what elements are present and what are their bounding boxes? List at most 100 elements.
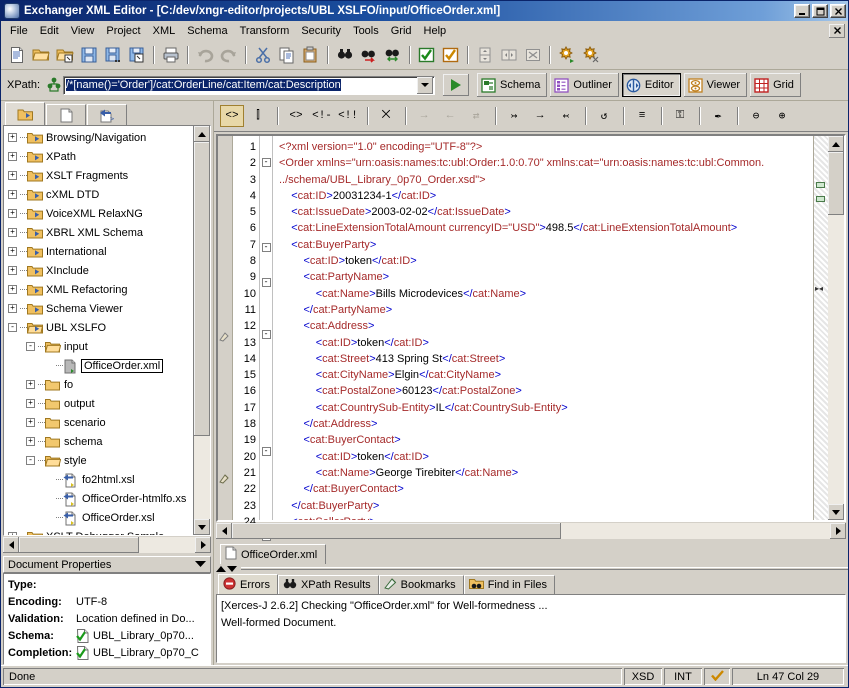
bottom-tab-errors[interactable]: Errors: [218, 574, 278, 594]
bottom-tab-bookmarks[interactable]: Bookmarks: [379, 575, 464, 594]
expand-toggle-icon[interactable]: +: [8, 285, 17, 294]
menu-file[interactable]: File: [4, 23, 34, 39]
cut-icon[interactable]: [251, 44, 274, 66]
expand-toggle-icon[interactable]: +: [8, 228, 17, 237]
editor-hscroll-track[interactable]: [232, 523, 830, 539]
editor-scroll-thumb[interactable]: [828, 152, 844, 215]
goto-parent-icon[interactable]: ↢: [554, 105, 578, 127]
lock-icon[interactable]: ⚿: [668, 105, 692, 127]
menu-help[interactable]: Help: [418, 23, 453, 39]
status-encoding-mode[interactable]: INT: [664, 668, 702, 685]
undo-icon[interactable]: [193, 44, 216, 66]
save-as-icon[interactable]: [101, 44, 124, 66]
tree-horizontal-scrollbar[interactable]: [3, 537, 211, 553]
bottom-tab-xpath-results[interactable]: XPath Results: [278, 575, 379, 594]
minimize-button[interactable]: [794, 4, 810, 18]
tree-item[interactable]: +output: [6, 394, 193, 413]
tree-item[interactable]: fo2html.xsl: [6, 470, 193, 489]
expand-toggle-icon[interactable]: +: [8, 304, 17, 313]
editor-fold-column[interactable]: ------: [259, 136, 273, 520]
expand-toggle-icon[interactable]: +: [8, 532, 17, 535]
xpath-input[interactable]: /*[name()='Order']/cat:OrderLine/cat:Ite…: [63, 76, 435, 95]
collapse-toggle-icon[interactable]: -: [8, 323, 17, 332]
tree-item[interactable]: -input: [6, 337, 193, 356]
tree-item[interactable]: +International: [6, 242, 193, 261]
split-horizontal-icon[interactable]: [497, 44, 520, 66]
tree-scroll-track[interactable]: [194, 142, 210, 519]
editor-scroll-left-button[interactable]: [216, 523, 232, 539]
paste-icon[interactable]: [299, 44, 322, 66]
tree-item[interactable]: OfficeOrder-htmlfo.xs: [6, 489, 193, 508]
tree-item[interactable]: +VoiceXML RelaxNG: [6, 204, 193, 223]
expand-toggle-icon[interactable]: +: [26, 399, 35, 408]
overview-marker[interactable]: [816, 182, 825, 188]
view-button-viewer[interactable]: Viewer: [684, 73, 747, 97]
sidebar-tab-documents[interactable]: [46, 104, 86, 125]
menu-security[interactable]: Security: [295, 23, 347, 39]
move-node-left-icon[interactable]: →: [412, 105, 436, 127]
format-indent-icon[interactable]: ≡: [630, 105, 654, 127]
bookmark-marker-icon[interactable]: [219, 473, 230, 487]
tree-item[interactable]: +XSLT Fragments: [6, 166, 193, 185]
find-icon[interactable]: [333, 44, 356, 66]
expand-toggle-icon[interactable]: +: [8, 266, 17, 275]
transform-debug-icon[interactable]: [579, 44, 602, 66]
view-button-schema[interactable]: Schema: [477, 73, 547, 97]
toggle-tags-icon[interactable]: <>: [220, 105, 244, 127]
expand-toggle-icon[interactable]: +: [8, 247, 17, 256]
cleanup-icon[interactable]: ✒: [706, 105, 730, 127]
fold-cell[interactable]: -: [260, 243, 272, 259]
errors-output[interactable]: [Xerces-J 2.6.2] Checking "OfficeOrder.x…: [216, 594, 846, 663]
expand-toggle-icon[interactable]: +: [26, 437, 35, 446]
editor-scroll-down-button[interactable]: [828, 504, 844, 520]
tree-vertical-scrollbar[interactable]: [193, 126, 210, 535]
tree-hscroll-track[interactable]: [19, 537, 195, 553]
collapse-fold-icon[interactable]: -: [262, 243, 271, 252]
goto-next-icon[interactable]: ↣: [502, 105, 526, 127]
maximize-button[interactable]: [812, 4, 828, 18]
copy-icon[interactable]: [275, 44, 298, 66]
sidebar-tab-xslt[interactable]: >: [87, 104, 127, 125]
fold-marker-icon[interactable]: [219, 331, 230, 345]
tree-item[interactable]: +XPath: [6, 147, 193, 166]
tree-item[interactable]: +schema: [6, 432, 193, 451]
overview-marker[interactable]: [816, 196, 825, 202]
status-valid-indicator[interactable]: [704, 668, 730, 685]
find-replace-icon[interactable]: [357, 44, 380, 66]
expand-toggle-icon[interactable]: +: [8, 190, 17, 199]
fold-cell[interactable]: -: [260, 278, 272, 294]
tree-scroll-thumb[interactable]: [194, 142, 210, 436]
status-schema-type[interactable]: XSD: [624, 668, 662, 685]
validate-icon[interactable]: [439, 44, 462, 66]
collapse-fold-icon[interactable]: -: [262, 278, 271, 287]
sidebar-tab-project[interactable]: [5, 102, 45, 125]
collapse-all-icon[interactable]: ⊖: [744, 105, 768, 127]
tree-hscroll-thumb[interactable]: [19, 537, 139, 553]
expand-toggle-icon[interactable]: +: [26, 418, 35, 427]
tree-scroll-left-button[interactable]: [3, 537, 19, 553]
element-markers-icon[interactable]: ⫿: [246, 105, 270, 127]
expand-toggle-icon[interactable]: +: [8, 209, 17, 218]
collapse-toggle-icon[interactable]: -: [26, 456, 35, 465]
menu-schema[interactable]: Schema: [181, 23, 233, 39]
editor-vertical-scrollbar[interactable]: [828, 136, 844, 520]
tree-item[interactable]: +scenario: [6, 413, 193, 432]
splitter-up-arrow[interactable]: [216, 566, 226, 572]
editor-hscroll-thumb[interactable]: [232, 523, 561, 539]
tree-scroll-down-button[interactable]: [194, 519, 210, 535]
tree-scroll-up-button[interactable]: [194, 126, 210, 142]
expand-toggle-icon[interactable]: +: [8, 133, 17, 142]
collapse-fold-icon[interactable]: -: [262, 330, 271, 339]
editor-code-area[interactable]: <?xml version="1.0" encoding="UTF-8"?><O…: [273, 136, 813, 520]
open-folder-icon[interactable]: [29, 44, 52, 66]
tree-item[interactable]: -style: [6, 451, 193, 470]
expand-toggle-icon[interactable]: +: [8, 171, 17, 180]
menu-project[interactable]: Project: [100, 23, 146, 39]
goto-prev-icon[interactable]: →: [528, 105, 552, 127]
expand-toggle-icon[interactable]: +: [26, 380, 35, 389]
tree-item[interactable]: +XInclude: [6, 261, 193, 280]
close-button[interactable]: [830, 4, 846, 18]
editor-scroll-track[interactable]: [828, 152, 844, 504]
menu-view[interactable]: View: [65, 23, 101, 39]
tree-item[interactable]: +XBRL XML Schema: [6, 223, 193, 242]
